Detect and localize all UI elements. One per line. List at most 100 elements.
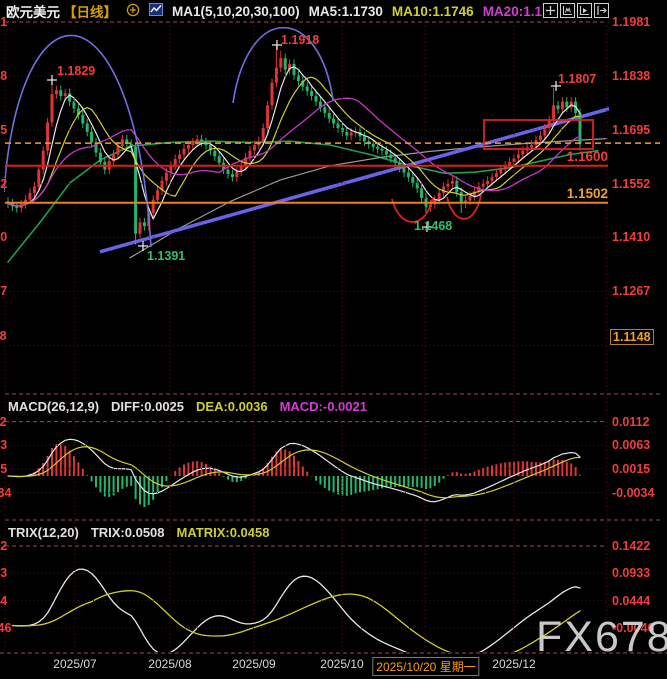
candle — [552, 105, 555, 120]
candle — [200, 139, 203, 142]
price-axis-label: 1.1838 — [612, 69, 650, 83]
price-axis-label: 1.1695 — [612, 123, 650, 137]
candle — [469, 196, 472, 201]
candle — [196, 139, 199, 142]
candle — [59, 90, 62, 96]
date-axis-label: 2025/09 — [232, 657, 275, 671]
macd-axis-label: 0.0063 — [612, 438, 650, 452]
candle — [499, 170, 502, 174]
chart-svg — [0, 0, 667, 674]
candle — [345, 132, 348, 136]
chart-canvas[interactable]: 1.18291.19181.18071.13911.14681.16001.15… — [0, 0, 667, 674]
candle — [394, 158, 397, 163]
candle — [29, 193, 32, 200]
price-axis-label: 1.1148 — [610, 329, 654, 345]
price-annotation: 1.1918 — [281, 33, 319, 47]
price-axis-label-left-fragment: 1.1838 — [0, 69, 3, 83]
candle — [530, 145, 533, 148]
candle — [455, 181, 458, 192]
candle — [561, 102, 564, 110]
candle — [121, 139, 124, 146]
candle — [99, 153, 102, 162]
macd-axis-label: 0.0015 — [612, 462, 650, 476]
candle — [293, 64, 296, 75]
price-axis-label-left-fragment: 1.1410 — [0, 230, 3, 244]
candle — [403, 168, 406, 173]
crosshair-date-label: 2025/10/20 星期一 — [372, 657, 479, 676]
candle — [389, 154, 392, 158]
candle — [442, 187, 445, 193]
candle — [539, 136, 542, 141]
trix-axis-label-left-fragment: 0.0444 — [0, 594, 3, 608]
candle — [117, 146, 120, 154]
candle — [139, 222, 142, 233]
price-axis-label: 1.1267 — [612, 284, 650, 298]
trix-axis-label: 0.1422 — [612, 539, 650, 553]
candle — [231, 174, 234, 177]
candle — [517, 154, 520, 158]
candle — [15, 207, 18, 209]
candle — [420, 188, 423, 197]
macd-axis-label: -0.0034 — [612, 486, 654, 500]
date-axis-label: 2025/10 — [320, 657, 363, 671]
candle — [548, 120, 551, 128]
candle — [337, 124, 340, 129]
candle — [411, 177, 414, 183]
candle — [306, 87, 309, 92]
candle — [187, 145, 190, 149]
trading-chart-window: 欧元美元 【日线】 MA1(5,10,20,30,100) MA5:1.1730… — [0, 0, 667, 674]
macd-axis-label-left-fragment: 0.0015 — [0, 462, 3, 476]
trix-axis-label: 0.0444 — [612, 594, 650, 608]
candle — [33, 187, 36, 193]
candle — [275, 68, 278, 83]
candle — [315, 96, 318, 102]
date-axis-label: 2025/08 — [148, 657, 191, 671]
trix-axis-label-left-fragment: 0.1422 — [0, 539, 3, 553]
candle — [557, 105, 560, 109]
price-axis-label-left-fragment: 1.1148 — [0, 329, 3, 343]
candle — [178, 154, 181, 159]
candle — [271, 83, 274, 106]
candle — [385, 151, 388, 155]
trix-axis-label: 0.0933 — [612, 566, 650, 580]
macd-axis-label-left-fragment: 0.0063 — [0, 438, 3, 452]
candle — [253, 145, 256, 151]
candle — [249, 151, 252, 158]
candle — [51, 94, 54, 122]
ma100-line — [130, 139, 606, 258]
candle — [323, 107, 326, 113]
trix-line — [12, 569, 580, 666]
candle — [486, 181, 489, 184]
price-annotation: 1.1468 — [414, 219, 452, 233]
candle — [183, 149, 186, 155]
red-bottom-arc-annotation — [447, 195, 481, 219]
macd-axis-label: 0.0112 — [612, 415, 650, 429]
candle — [543, 128, 546, 136]
candle — [266, 105, 269, 128]
candle — [363, 136, 366, 141]
candle — [86, 124, 89, 132]
macd-axis-label-left-fragment: 0.0112 — [0, 415, 3, 429]
candle — [81, 115, 84, 124]
candle — [279, 58, 282, 67]
candle — [227, 170, 230, 175]
candle — [372, 144, 375, 147]
macd-axis-label-left-fragment: -0.0034 — [0, 486, 3, 500]
price-axis-label: 1.1981 — [612, 15, 650, 29]
candle — [565, 102, 568, 108]
candle — [350, 133, 353, 136]
candle — [46, 122, 49, 150]
trix-axis-label-left-fragment: -0.0046 — [0, 621, 3, 635]
candle — [64, 93, 67, 96]
candle — [332, 119, 335, 124]
level-label: 1.1502 — [540, 187, 608, 201]
candle — [174, 159, 177, 166]
candle — [262, 128, 265, 141]
candle — [381, 149, 384, 151]
price-axis-label: 1.1552 — [612, 177, 650, 191]
price-axis-label-left-fragment: 1.1552 — [0, 177, 3, 191]
price-axis-label-left-fragment: 1.1695 — [0, 123, 3, 137]
candle — [376, 147, 379, 149]
candle — [90, 132, 93, 143]
price-axis-label-left-fragment: 1.1981 — [0, 15, 3, 29]
